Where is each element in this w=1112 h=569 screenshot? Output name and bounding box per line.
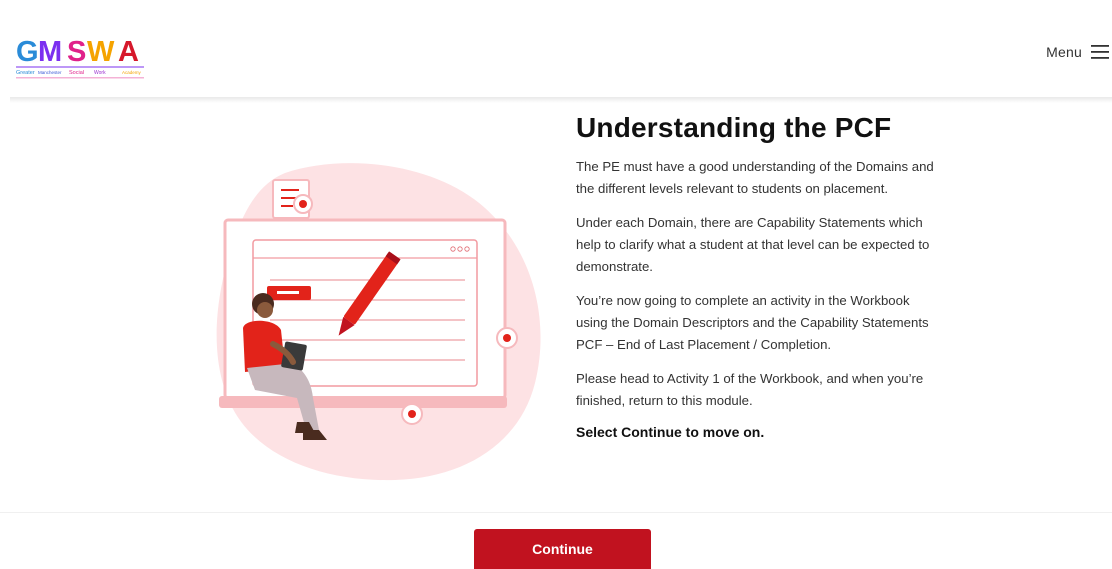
hamburger-icon: [1091, 45, 1109, 59]
illustration-person-laptop-checklist: [216, 163, 541, 481]
gmswa-logo[interactable]: G M S W A Greater Manchester Social Work…: [14, 30, 150, 80]
svg-text:Manchester: Manchester: [38, 70, 62, 75]
svg-text:M: M: [38, 36, 62, 68]
svg-text:Social: Social: [69, 70, 84, 76]
paragraph-capability-statements: Under each Domain, there are Capability …: [576, 215, 930, 274]
svg-text:Greater: Greater: [16, 70, 35, 76]
svg-text:S: S: [67, 36, 86, 68]
gear-badge-bottom: [401, 403, 423, 425]
paragraph-activity: You’re now going to complete an activity…: [576, 293, 929, 352]
svg-text:A: A: [118, 36, 139, 68]
paragraph-workbook: Please head to Activity 1 of the Workboo…: [576, 371, 924, 408]
svg-text:Academy: Academy: [122, 70, 142, 75]
paragraph-domains: The PE must have a good understanding of…: [576, 159, 934, 196]
page-title: Understanding the PCF: [576, 112, 892, 143]
laptop-base: [219, 396, 507, 408]
continue-instruction: Select Continue to move on.: [576, 424, 765, 440]
continue-button[interactable]: Continue: [474, 529, 651, 569]
header-shadow: [10, 97, 1112, 103]
menu-label: Menu: [1046, 44, 1082, 60]
menu-button[interactable]: Menu: [1046, 40, 1112, 64]
site-header: G M S W A Greater Manchester Social Work…: [0, 0, 1112, 100]
gear-badge-right: [496, 327, 518, 349]
checklist-icon: [272, 179, 313, 219]
main-content: Understanding the PCF The PE must have a…: [576, 112, 941, 440]
svg-text:G: G: [16, 36, 39, 68]
svg-text:W: W: [87, 36, 115, 68]
svg-text:Work: Work: [94, 70, 106, 76]
